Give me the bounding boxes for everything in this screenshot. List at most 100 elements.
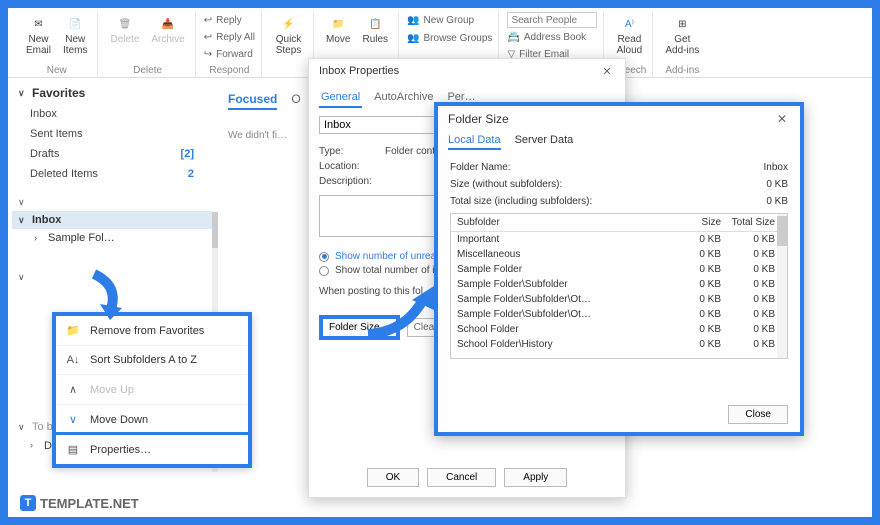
cancel-button[interactable]: Cancel: [427, 468, 496, 487]
table-row[interactable]: Sample Folder\Subfolder0 KB0 KB: [451, 277, 787, 292]
chevron-right-icon: ›: [30, 440, 40, 452]
new-email-label: New Email: [26, 34, 51, 56]
table-scrollbar[interactable]: [777, 214, 787, 358]
row-total: 0 KB: [721, 339, 781, 350]
search-people-input[interactable]: [507, 12, 597, 28]
folder-size-dialog: Folder Size ✕ Local Data Server Data Fol…: [434, 102, 804, 436]
get-addins-button[interactable]: ⊞ Get Add-ins: [661, 12, 703, 58]
favorite-item[interactable]: Deleted Items2: [12, 164, 212, 184]
ctx-move-up: ∧Move Up: [56, 375, 248, 405]
tree-account-expand[interactable]: ∨: [12, 194, 212, 211]
folder-size-titlebar: Folder Size ✕: [438, 106, 800, 132]
scrollbar-thumb[interactable]: [777, 216, 787, 246]
tree-sample-folder[interactable]: ›Sample Fol…: [12, 229, 212, 247]
radio-total-label: Show total number of it…: [335, 265, 447, 276]
chevron-up-icon: ∧: [66, 383, 80, 396]
reply-all-button[interactable]: ↩Reply All: [204, 29, 255, 45]
row-name: Sample Folder: [457, 264, 671, 275]
row-name: Miscellaneous: [457, 249, 671, 260]
subfolder-table: Subfolder Size Total Size Important0 KB0…: [450, 213, 788, 359]
ribbon-group-respond: ↩Reply ↩Reply All ↪Forward Respond: [198, 12, 262, 77]
tab-other[interactable]: O: [291, 92, 300, 110]
fav-label: Deleted Items: [30, 168, 98, 180]
browse-groups-button[interactable]: 👥Browse Groups: [407, 30, 492, 46]
watermark: T TEMPLATE.NET: [20, 495, 139, 511]
read-aloud-button[interactable]: A⁾ Read Aloud: [613, 12, 647, 58]
table-row[interactable]: Sample Folder0 KB0 KB: [451, 262, 787, 277]
table-row[interactable]: School Folder0 KB0 KB: [451, 322, 787, 337]
rules-icon: 📋: [365, 14, 385, 34]
addins-icon: ⊞: [672, 14, 692, 34]
focused-tabs: Focused O: [228, 92, 301, 110]
delete-label: Delete: [110, 34, 139, 45]
tab-server-data[interactable]: Server Data: [515, 132, 574, 150]
context-menu: 📁Remove from Favorites A↓Sort Subfolders…: [52, 312, 252, 468]
ctx-remove-favorites[interactable]: 📁Remove from Favorites: [56, 316, 248, 346]
addressbook-icon: 📇: [507, 32, 519, 43]
rules-label: Rules: [362, 34, 388, 45]
rules-button[interactable]: 📋Rules: [358, 12, 392, 47]
new-group-button[interactable]: 👥New Group: [407, 12, 492, 28]
chevron-right-icon: ›: [34, 233, 44, 243]
table-row[interactable]: Important0 KB0 KB: [451, 232, 787, 247]
people-plus-icon: 👥: [407, 15, 419, 26]
app-window: ✉ New Email 📄 New Items New 🗑 Delete 📥 A…: [8, 8, 872, 517]
fav-label: Inbox: [30, 108, 57, 120]
reply-button[interactable]: ↩Reply: [204, 12, 255, 28]
table-row[interactable]: Sample Folder\Subfolder\Ot…0 KB0 KB: [451, 292, 787, 307]
move-label: Move: [326, 34, 350, 45]
size-value: 0 KB: [766, 179, 788, 190]
ctx-move-down[interactable]: ∨Move Down: [56, 405, 248, 435]
speaker-icon: A⁾: [619, 14, 639, 34]
new-items-button[interactable]: 📄 New Items: [59, 12, 91, 58]
group-new-label: New: [47, 64, 67, 77]
ctx-movedown-label: Move Down: [90, 414, 148, 426]
lightning-icon: ⚡: [279, 14, 299, 34]
row-total: 0 KB: [721, 234, 781, 245]
folder-icon: 📁: [66, 324, 80, 337]
fav-label: Drafts: [30, 148, 59, 160]
row-total: 0 KB: [721, 324, 781, 335]
folder-size-body: Folder Name:Inbox Size (without subfolde…: [438, 150, 800, 365]
table-row[interactable]: Sample Folder\Subfolder\Ot…0 KB0 KB: [451, 307, 787, 322]
reply-label: Reply: [216, 15, 242, 26]
close-icon[interactable]: ✕: [774, 112, 790, 126]
tab-general[interactable]: General: [319, 88, 362, 108]
quick-steps-button[interactable]: ⚡ Quick Steps: [272, 12, 306, 58]
table-row[interactable]: School Folder\History0 KB0 KB: [451, 337, 787, 352]
favorite-item[interactable]: Drafts[2]: [12, 144, 212, 164]
radio-unread-label: Show number of unrea…: [335, 251, 446, 262]
annotation-arrow-2: [362, 282, 442, 347]
forward-icon: ↪: [204, 49, 212, 60]
delete-button[interactable]: 🗑 Delete: [106, 12, 143, 47]
chevron-down-icon: ∨: [18, 215, 28, 226]
favorite-item[interactable]: Sent Items: [12, 124, 212, 144]
tab-local-data[interactable]: Local Data: [448, 132, 501, 150]
reply-all-label: Reply All: [216, 32, 255, 43]
archive-button[interactable]: 📥 Archive: [147, 12, 188, 47]
ctx-properties[interactable]: ▤Properties…: [53, 432, 251, 467]
close-button[interactable]: Close: [728, 405, 788, 424]
move-button[interactable]: 📁Move: [322, 12, 354, 47]
close-icon[interactable]: ✕: [599, 65, 615, 78]
chevron-down-icon: ∨: [18, 197, 28, 208]
favorites-header[interactable]: ∨ Favorites: [12, 82, 212, 104]
table-header: Subfolder Size Total Size: [451, 214, 787, 232]
ribbon-group-new: ✉ New Email 📄 New Items New: [16, 12, 98, 77]
forward-label: Forward: [216, 49, 253, 60]
favorite-item[interactable]: Inbox: [12, 104, 212, 124]
tab-focused[interactable]: Focused: [228, 92, 277, 110]
ok-button[interactable]: OK: [367, 468, 419, 487]
scrollbar-thumb[interactable]: [212, 212, 218, 248]
foldername-label: Folder Name:: [450, 162, 511, 173]
address-book-button[interactable]: 📇Address Book: [507, 29, 597, 45]
forward-button[interactable]: ↪ Forward: [204, 46, 255, 62]
new-email-button[interactable]: ✉ New Email: [22, 12, 55, 58]
apply-button[interactable]: Apply: [504, 468, 567, 487]
tree-inbox[interactable]: ∨Inbox: [12, 211, 212, 229]
watermark-text: TEMPLATE.NET: [40, 496, 139, 511]
type-label: Type:: [319, 146, 379, 157]
ctx-sort-subfolders[interactable]: A↓Sort Subfolders A to Z: [56, 346, 248, 375]
tab-autoarchive[interactable]: AutoArchive: [372, 88, 435, 108]
table-row[interactable]: Miscellaneous0 KB0 KB: [451, 247, 787, 262]
